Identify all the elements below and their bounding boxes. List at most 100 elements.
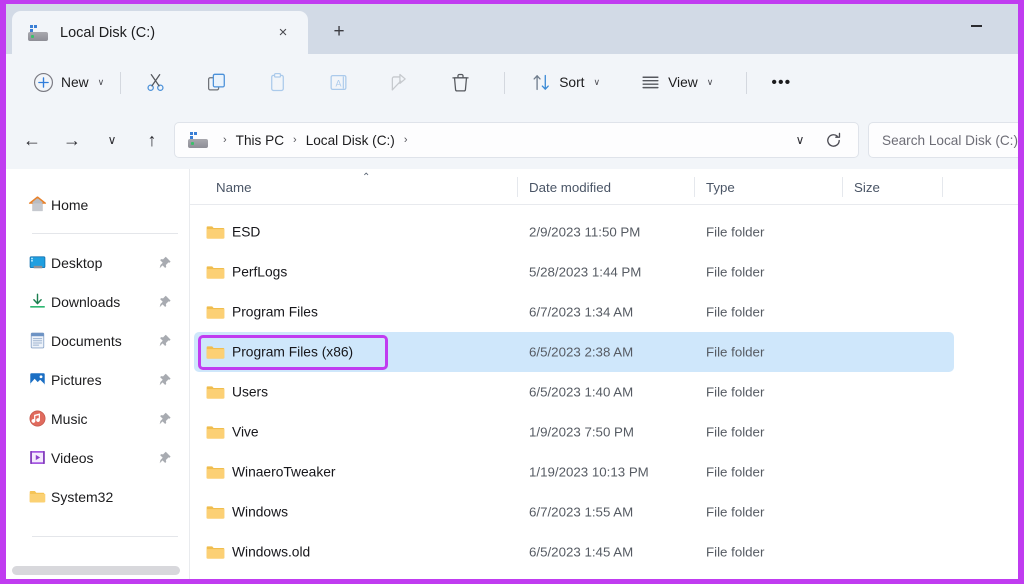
sidebar-item-videos[interactable]: Videos [14, 438, 182, 477]
download-icon [30, 293, 45, 308]
column-header-size[interactable]: Size [842, 169, 942, 205]
file-type: File folder [706, 344, 765, 360]
folder-icon [206, 226, 225, 239]
file-name: Program Files (x86) [232, 344, 354, 360]
cut-button[interactable] [136, 65, 175, 101]
breadcrumb-this-pc[interactable]: This PC [230, 130, 290, 151]
table-row[interactable]: Program Files 6/7/2023 1:34 AM File fold… [190, 292, 1018, 332]
new-button[interactable]: New ∨ [24, 65, 113, 101]
pin-icon[interactable] [158, 373, 172, 387]
toolbar-divider-1 [120, 71, 122, 94]
table-row-selected[interactable]: Program Files (x86) 6/5/2023 2:38 AM Fil… [194, 332, 954, 372]
search-box[interactable]: Search Local Disk (C:) [868, 122, 1018, 158]
rename-button[interactable]: A [319, 65, 358, 101]
file-type: File folder [706, 304, 765, 320]
view-button[interactable]: View ∨ [631, 65, 722, 101]
file-date-modified: 6/7/2023 1:55 AM [529, 504, 634, 520]
table-row[interactable]: Windows 6/7/2023 1:55 AM File folder [190, 492, 1018, 532]
refresh-icon [826, 132, 840, 147]
minimize-button[interactable] [956, 12, 996, 40]
pin-icon[interactable] [158, 412, 172, 426]
file-name: PerfLogs [232, 264, 288, 280]
forward-button[interactable]: → [56, 124, 88, 156]
folder-icon [206, 266, 225, 279]
more-options-button[interactable]: ••• [762, 65, 800, 101]
sidebar-item-music[interactable]: Music [14, 399, 182, 438]
copy-button[interactable] [197, 65, 236, 101]
back-button[interactable]: ← [16, 124, 48, 156]
toolbar-divider-2 [504, 71, 506, 94]
sidebar-item-downloads[interactable]: Downloads [14, 282, 182, 321]
sidebar-item-documents[interactable]: Documents [14, 321, 182, 360]
new-button-label: New [61, 75, 89, 90]
sidebar-item-desktop[interactable]: Desktop [14, 243, 182, 282]
breadcrumb-separator: › [223, 134, 227, 146]
breadcrumb-local-disk-c[interactable]: Local Disk (C:) [300, 130, 401, 151]
pin-icon[interactable] [158, 256, 172, 270]
delete-button[interactable] [441, 65, 480, 101]
file-explorer-window: Local Disk (C:) × + New ∨ A Sort ∨ View … [0, 0, 1024, 584]
recent-locations-button[interactable]: ∨ [96, 124, 128, 156]
chevron-down-icon: ∨ [706, 77, 714, 87]
table-row[interactable]: WinaeroTweaker 1/19/2023 10:13 PM File f… [190, 452, 1018, 492]
new-tab-icon[interactable]: + [324, 18, 354, 46]
sidebar-item-pictures[interactable]: Pictures [14, 360, 182, 399]
sidebar-item-system32[interactable]: System32 [14, 477, 182, 516]
sort-icon [533, 74, 550, 91]
view-button-label: View [668, 75, 698, 90]
address-dropdown-icon[interactable]: ∨ [787, 126, 813, 154]
pin-icon[interactable] [158, 334, 172, 348]
sort-button[interactable]: Sort ∨ [522, 65, 609, 101]
folder-icon [206, 386, 225, 399]
address-bar[interactable]: › This PC › Local Disk (C:) › ∨ [174, 122, 859, 158]
column-header-label: Date modified [529, 179, 612, 195]
table-row[interactable]: Vive 1/9/2023 7:50 PM File folder [190, 412, 1018, 452]
svg-text:A: A [336, 78, 342, 88]
file-type: File folder [706, 464, 765, 480]
tab-title: Local Disk (C:) [60, 24, 156, 41]
share-button[interactable] [380, 65, 419, 101]
file-name: Windows [232, 504, 288, 520]
breadcrumb-separator: › [293, 134, 297, 146]
file-name: Users [232, 384, 269, 400]
file-type: File folder [706, 424, 765, 440]
sidebar-item-label: Music [51, 410, 88, 427]
sidebar-item-label: Downloads [51, 293, 121, 310]
chevron-down-icon: ∨ [593, 77, 601, 87]
folder-icon [206, 346, 225, 359]
sidebar-item-label: Videos [51, 449, 94, 466]
tab-close-icon[interactable]: × [272, 22, 294, 44]
column-header-type[interactable]: Type [694, 169, 842, 205]
up-button[interactable]: ↑ [136, 124, 168, 156]
paste-button[interactable] [258, 65, 297, 101]
sidebar-item-home[interactable]: Home [14, 185, 182, 224]
file-date-modified: 1/9/2023 7:50 PM [529, 424, 634, 440]
folder-icon [29, 490, 46, 503]
folder-icon [206, 426, 225, 439]
table-row[interactable]: Users 6/5/2023 1:40 AM File folder [190, 372, 1018, 412]
file-date-modified: 6/5/2023 2:38 AM [529, 344, 634, 360]
refresh-button[interactable] [820, 126, 846, 154]
chevron-down-icon: ∨ [97, 77, 105, 87]
pin-icon[interactable] [158, 451, 172, 465]
music-icon [29, 410, 46, 427]
sidebar-horizontal-scrollbar[interactable] [12, 566, 180, 575]
sidebar-item-label: Pictures [51, 371, 102, 388]
file-date-modified: 2/9/2023 11:50 PM [529, 224, 641, 240]
column-divider[interactable] [942, 177, 943, 197]
sort-ascending-icon: ⌃ [362, 172, 371, 183]
plus-circle-icon [33, 72, 54, 93]
table-row[interactable]: ESD 2/9/2023 11:50 PM File folder [190, 212, 1018, 252]
table-row[interactable]: PerfLogs 5/28/2023 1:44 PM File folder [190, 252, 1018, 292]
table-row[interactable]: Windows.old 6/5/2023 1:45 AM File folder [190, 532, 1018, 572]
search-input[interactable]: Search Local Disk (C:) [882, 133, 1018, 148]
ellipsis-icon: ••• [771, 73, 792, 91]
pin-icon[interactable] [158, 295, 172, 309]
file-date-modified: 6/5/2023 1:40 AM [529, 384, 634, 400]
column-header-label: Name [216, 179, 252, 195]
column-header-date-modified[interactable]: Date modified [517, 169, 694, 205]
trash-icon [452, 73, 469, 92]
address-bar-row: ← → ∨ ↑ › This PC › Local Disk (C:) › ∨ [6, 111, 1018, 169]
tab-local-disk-c[interactable]: Local Disk (C:) × [12, 11, 308, 54]
file-date-modified: 1/19/2023 10:13 PM [529, 464, 649, 480]
